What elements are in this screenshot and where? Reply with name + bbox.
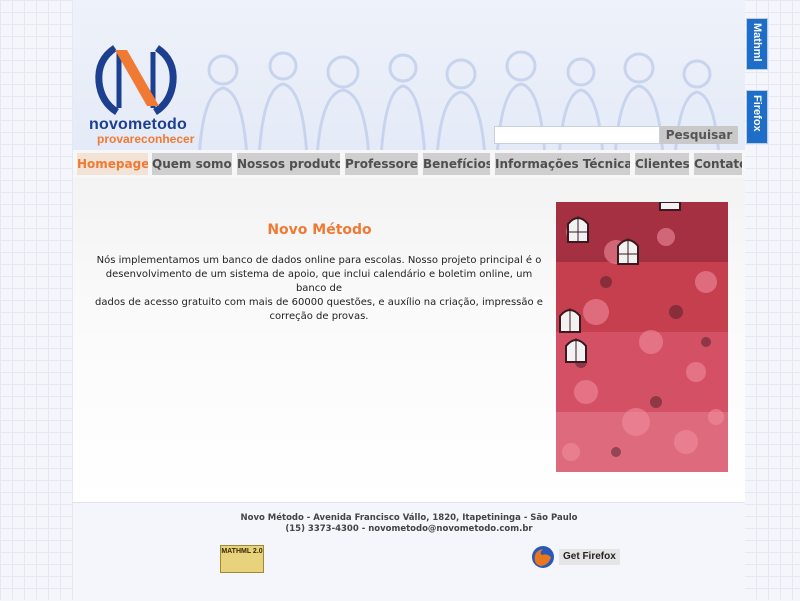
intro-line: Nós implementamos um banco de dados onli… (96, 255, 542, 266)
intro-line: dados de acesso gratuito com mais de 600… (95, 297, 543, 308)
tab-homepage[interactable]: Homepage (77, 153, 148, 175)
get-firefox-label: Get Firefox (559, 549, 620, 565)
intro-line: correção de provas. (269, 311, 369, 322)
side-tab-mathml-label: Mathml (751, 23, 763, 62)
mathml-badge-label: MATHML 2.0 (221, 548, 263, 555)
footer-contact[interactable]: (15) 3373-4300 - novometodo@novometodo.c… (73, 524, 745, 534)
ivy-building-photo (556, 202, 728, 472)
get-firefox-badge[interactable]: Get Firefox (531, 545, 623, 569)
footer: Novo Método - Avenida Francisco Vállo, 1… (73, 502, 745, 601)
tab-professores[interactable]: Professores (345, 153, 418, 175)
search-button[interactable]: Pesquisar (660, 126, 738, 144)
footer-address: Novo Método - Avenida Francisco Vállo, 1… (240, 513, 578, 523)
side-tab-mathml[interactable]: Mathml (746, 18, 768, 70)
tab-nossos-produtos[interactable]: Nossos produtos (237, 153, 340, 175)
tab-contato[interactable]: Contato (694, 153, 742, 175)
search-input[interactable] (494, 126, 660, 144)
mathml-badge[interactable]: MATHML 2.0 (220, 545, 264, 573)
page-container: novometodo provareconhecer Pesquisar Hom… (73, 0, 745, 601)
main-navigation: Homepage Quem somos Nossos produtos Prof… (73, 150, 745, 179)
side-tab-firefox[interactable]: Firefox (746, 90, 768, 144)
header: novometodo provareconhecer Pesquisar (73, 0, 745, 150)
intro-paragraph: Nós implementamos um banco de dados onli… (93, 254, 545, 324)
side-tab-firefox-label: Firefox (751, 95, 763, 132)
logo-tagline: provareconhecer (97, 132, 195, 146)
tab-informacoes-tecnicas[interactable]: Informações Técnicas (495, 153, 630, 175)
tab-quem-somos[interactable]: Quem somos (152, 153, 232, 175)
main-content: Novo Método Nós implementamos um banco d… (73, 178, 745, 502)
firefox-icon (532, 546, 554, 568)
tab-beneficios[interactable]: Benefícios (423, 153, 490, 175)
main-title: Novo Método (267, 222, 372, 238)
tab-clientes[interactable]: Clientes (635, 153, 689, 175)
novometodo-logo-icon[interactable] (87, 42, 187, 118)
intro-line: desenvolvimento de um sistema de apoio, … (105, 269, 533, 294)
